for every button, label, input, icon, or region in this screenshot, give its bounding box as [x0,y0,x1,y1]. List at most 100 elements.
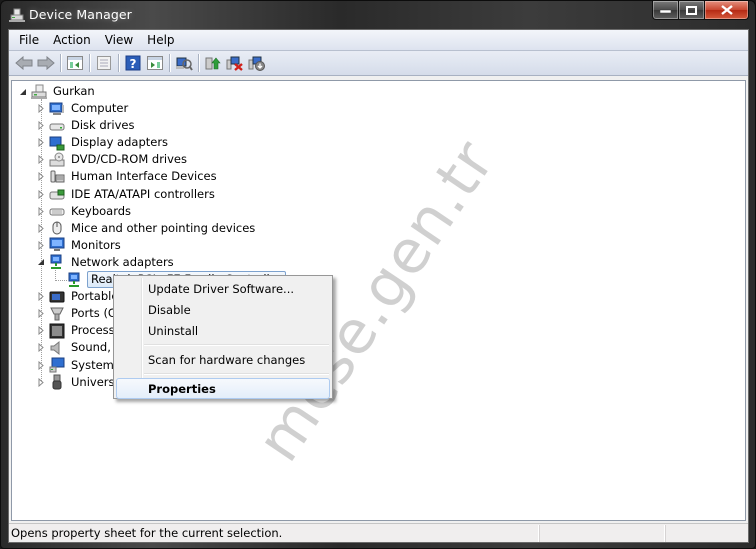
tree-category-dvd-cd-rom-drives[interactable]: DVD/CD-ROM drives [36,151,189,168]
minimize-button[interactable] [652,1,679,20]
menu-item-scan-for-hardware-changes[interactable]: Scan for hardware changes [116,349,330,370]
uninstall-button[interactable] [224,52,246,74]
expand-arrow-icon[interactable] [36,155,46,165]
portable-device-icon [49,289,65,305]
expand-arrow-icon[interactable] [36,121,46,131]
tree-root[interactable]: Gurkan [18,83,97,100]
expand-arrow-icon[interactable] [36,138,46,148]
update-driver-button[interactable] [202,52,224,74]
hid-icon [49,169,65,185]
menu-item-properties[interactable]: Properties [116,378,330,399]
toolbar-separator [89,54,90,72]
mouse-icon [49,220,65,236]
display-adapter-icon [49,135,65,151]
tree-category-label: Human Interface Devices [71,169,217,184]
expand-arrow-icon[interactable] [36,292,46,302]
uninstall-icon [226,56,243,71]
expand-arrow-icon[interactable] [36,377,46,387]
tree-category-mice-and-other-pointing-devices[interactable]: Mice and other pointing devices [36,220,257,237]
computer-root-icon [31,84,47,100]
tree-category-network-adapters[interactable]: Network adapters [36,254,176,271]
expand-arrow-icon[interactable] [36,326,46,336]
menu-separator [116,370,330,378]
monitor-icon [49,237,65,253]
status-text: Opens property sheet for the current sel… [11,526,283,540]
status-pane [539,524,665,542]
maximize-icon [686,5,697,15]
status-pane [665,524,748,542]
expand-arrow-icon[interactable] [36,240,46,250]
minimize-icon [660,9,671,13]
expand-arrow-icon[interactable] [36,172,46,182]
port-icon [49,306,65,322]
menu-item-disable[interactable]: Disable [116,299,330,320]
caption-buttons [652,1,749,21]
collapse-arrow-icon[interactable] [18,87,28,97]
back-arrow-icon [15,56,33,70]
help-icon: ? [125,55,141,71]
tree-category-label: Monitors [71,237,121,252]
forward-button[interactable] [35,52,57,74]
svg-text:?: ? [130,57,137,71]
ide-controller-icon [49,186,65,202]
window-title: Device Manager [29,7,132,22]
show-hide-console-tree-button[interactable] [64,52,86,74]
toolbar-separator [198,54,199,72]
tree-category-display-adapters[interactable]: Display adapters [36,134,170,151]
tree-category-monitors[interactable]: Monitors [36,237,123,254]
menu-item-update-driver-software[interactable]: Update Driver Software... [116,278,330,299]
help-button[interactable]: ? [122,52,144,74]
expand-arrow-icon[interactable] [36,343,46,353]
expand-arrow-icon[interactable] [36,189,46,199]
properties-button[interactable] [93,52,115,74]
tree-category-label: Keyboards [71,203,132,218]
toolbar-separator [60,54,61,72]
maximize-button[interactable] [679,1,705,20]
scan-hardware-button[interactable] [173,52,195,74]
tree-category-label: DVD/CD-ROM drives [71,152,187,167]
close-button[interactable] [705,1,749,20]
device-manager-window: Device Manager File Action View Help ? G… [0,0,756,549]
title-bar[interactable]: Device Manager [1,1,755,29]
collapse-arrow-icon[interactable] [36,257,46,267]
tree-category-label: Computer [71,101,129,115]
disable-button[interactable] [246,52,268,74]
menu-item-uninstall[interactable]: Uninstall [116,320,330,341]
disk-drive-icon [49,118,65,134]
back-button[interactable] [13,52,35,74]
show-hide-action-pane-button[interactable] [144,52,166,74]
expand-arrow-icon[interactable] [36,104,46,114]
tree-category-computer[interactable]: Computer [36,100,130,117]
menu-separator [116,341,330,349]
menu-action[interactable]: Action [46,31,98,50]
expand-arrow-icon[interactable] [36,223,46,233]
usb-icon [49,374,65,390]
status-bar: Opens property sheet for the current sel… [9,523,748,542]
keyboard-icon [49,203,65,219]
menu-help[interactable]: Help [140,31,181,50]
close-icon [720,5,733,15]
tree-category-disk-drives[interactable]: Disk drives [36,117,136,134]
tree-category-keyboards[interactable]: Keyboards [36,203,133,220]
toolbar: ? [9,51,748,76]
menu-file[interactable]: File [12,31,46,50]
tree-category-label: Network adapters [71,254,174,269]
expand-arrow-icon[interactable] [36,206,46,216]
expand-arrow-icon[interactable] [36,309,46,319]
processor-icon [49,323,65,339]
scan-hardware-icon [176,57,193,71]
dvd-drive-icon [49,152,65,168]
tree-category-ide-ata-atapi-controllers[interactable]: IDE ATA/ATAPI controllers [36,186,217,203]
menu-view[interactable]: View [98,31,140,50]
forward-arrow-icon [37,56,55,70]
properties-icon [97,56,111,70]
tree-root-label: Gurkan [53,84,95,98]
expand-arrow-icon[interactable] [36,360,46,370]
tree-category-label: Disk drives [71,118,135,133]
tree-category-human-interface-devices[interactable]: Human Interface Devices [36,168,219,185]
tree-category-label: Display adapters [71,135,169,150]
menu-bar: File Action View Help [9,30,748,51]
update-driver-icon [205,57,221,70]
tree-category-label: IDE ATA/ATAPI controllers [71,186,215,201]
toolbar-separator [118,54,119,72]
